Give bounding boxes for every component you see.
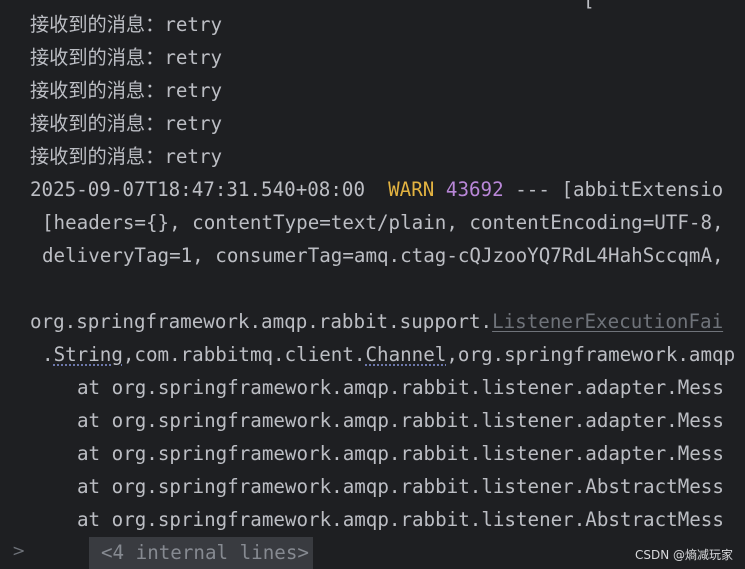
received-value: retry xyxy=(164,79,223,102)
exception-signature: .String,com.rabbitmq.client.Channel,org.… xyxy=(42,338,735,371)
log-continuation: deliveryTag=1, consumerTag=amq.ctag-cQJz… xyxy=(42,244,724,267)
signature-dot: . xyxy=(42,343,54,366)
folded-lines-row: > <4 internal lines> xyxy=(0,537,745,569)
received-value: retry xyxy=(164,46,223,69)
chevron-right-icon[interactable]: > xyxy=(12,541,25,560)
string-type-link[interactable]: String xyxy=(54,343,123,366)
received-value: retry xyxy=(164,145,223,168)
exception-class-link[interactable]: ListenerExecutionFai xyxy=(492,310,723,333)
console-output[interactable]: [ 接收到的消息：retry 接收到的消息：retry 接收到的消息：retry… xyxy=(0,0,745,569)
signature-text: ,com.rabbitmq.client. xyxy=(122,343,366,366)
stack-frame[interactable]: at org.springframework.amqp.rabbit.liste… xyxy=(77,470,724,503)
stack-frame[interactable]: at org.springframework.amqp.rabbit.liste… xyxy=(77,371,724,404)
log-thread: --- [abbitExtensio xyxy=(515,178,724,201)
csdn-watermark: CSDN @熵减玩家 xyxy=(634,548,733,562)
received-label: 接收到的消息： xyxy=(30,112,165,135)
received-value: retry xyxy=(164,112,223,135)
received-label: 接收到的消息： xyxy=(30,145,165,168)
signature-text: ,org.springframework.amqp xyxy=(446,343,736,366)
stack-frame[interactable]: at org.springframework.amqp.rabbit.liste… xyxy=(77,503,724,536)
received-label: 接收到的消息： xyxy=(30,46,165,69)
exception-package: org.springframework.amqp.rabbit.support. xyxy=(30,310,493,333)
cut-off-text: [ xyxy=(583,0,595,11)
log-timestamp: 2025-09-07T18:47:31.540+08:00 xyxy=(30,178,366,201)
received-message-line: 接收到的消息：retry xyxy=(30,74,222,107)
received-message-line: 接收到的消息：retry xyxy=(30,107,222,140)
received-message-line: 接收到的消息：retry xyxy=(30,140,222,173)
received-message-line: 接收到的消息：retry xyxy=(30,41,222,74)
received-label: 接收到的消息： xyxy=(30,13,165,36)
log-level: WARN xyxy=(388,178,435,201)
internal-lines-fold[interactable]: <4 internal lines> xyxy=(89,537,313,569)
log-pid: 43692 xyxy=(445,178,504,201)
channel-type-link[interactable]: Channel xyxy=(365,343,446,366)
exception-line: org.springframework.amqp.rabbit.support.… xyxy=(30,305,723,338)
received-message-line: 接收到的消息：retry xyxy=(30,8,222,41)
received-label: 接收到的消息： xyxy=(30,79,165,102)
stack-frame[interactable]: at org.springframework.amqp.rabbit.liste… xyxy=(77,437,724,470)
log-continuation: [headers={}, contentType=text/plain, con… xyxy=(42,211,724,234)
stack-frame[interactable]: at org.springframework.amqp.rabbit.liste… xyxy=(77,404,724,437)
log-warn-line: 2025-09-07T18:47:31.540+08:00 WARN 43692… xyxy=(30,173,723,206)
received-value: retry xyxy=(164,13,223,36)
